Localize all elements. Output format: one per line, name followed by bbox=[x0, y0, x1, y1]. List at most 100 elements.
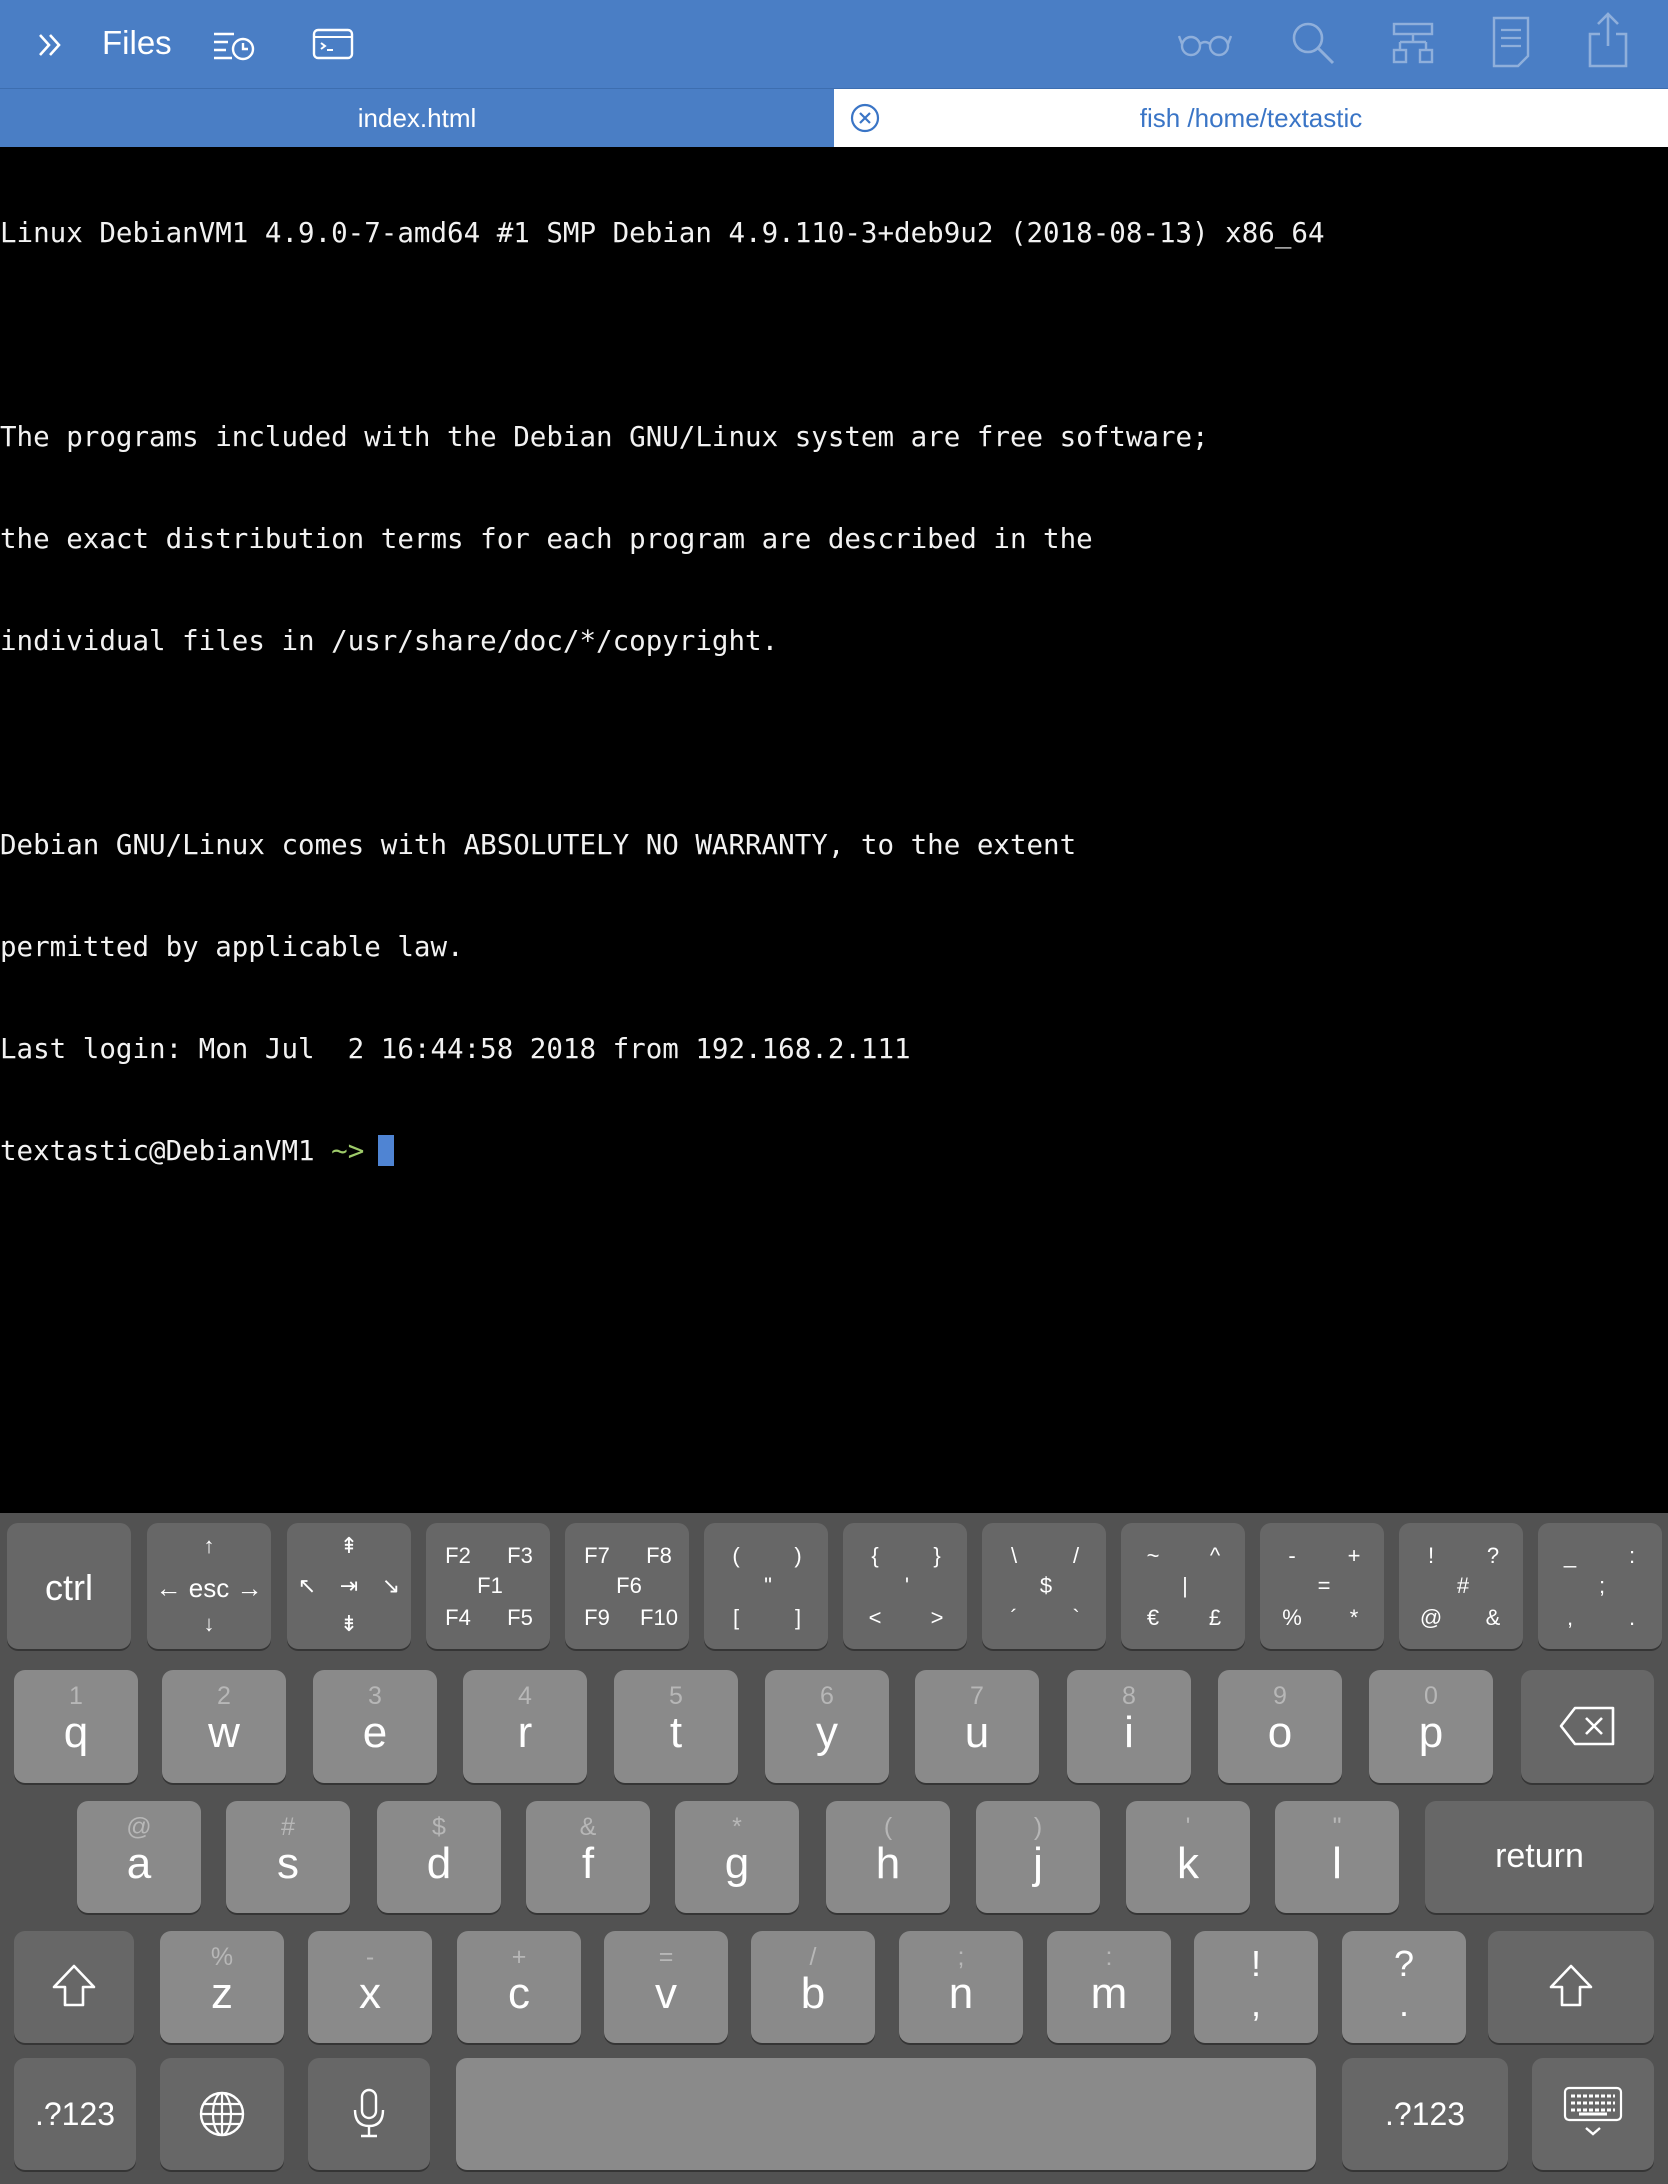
expand-sidebar-icon[interactable] bbox=[36, 30, 66, 60]
search-icon[interactable] bbox=[1290, 20, 1336, 66]
tab-index-html[interactable]: index.html bbox=[0, 89, 834, 147]
return-label: return bbox=[1495, 1837, 1584, 1875]
key-label: g bbox=[724, 1839, 750, 1888]
extra-key-punct[interactable]: !? # @ & bbox=[1399, 1523, 1523, 1649]
toolbar: Files bbox=[0, 0, 1668, 88]
hide-keyboard-key[interactable] bbox=[1532, 2058, 1654, 2170]
braces-symbol: { bbox=[871, 1543, 879, 1568]
extra-key-slashes[interactable]: \ / $ ´ ` bbox=[982, 1523, 1106, 1649]
extra-key-fkeys-2[interactable]: F7 F8 F6 F9 F10 bbox=[565, 1523, 689, 1649]
shift-right-key[interactable] bbox=[1488, 1931, 1654, 2043]
key-b[interactable]: / b bbox=[751, 1931, 875, 2043]
extra-key-esc[interactable]: ↑ ← esc → ↓ bbox=[147, 1523, 271, 1649]
key-z[interactable]: % z bbox=[160, 1931, 284, 2043]
key-c[interactable]: + c bbox=[457, 1931, 581, 2043]
key-t[interactable]: 5t bbox=[614, 1670, 738, 1783]
return-key[interactable]: return bbox=[1425, 1801, 1654, 1913]
extra-key-math[interactable]: - + =% * bbox=[1260, 1523, 1384, 1649]
key-w[interactable]: 2w bbox=[162, 1670, 286, 1783]
math-symbol: - bbox=[1288, 1543, 1296, 1568]
dictation-key[interactable] bbox=[308, 2058, 430, 2170]
tab-label: index.html bbox=[357, 102, 477, 133]
fkeys_1-symbol: F5 bbox=[507, 1605, 533, 1630]
extra-key-currency[interactable]: ~ ^ | € £ bbox=[1121, 1523, 1245, 1649]
files-button[interactable]: Files bbox=[102, 24, 172, 62]
key-x[interactable]: -x bbox=[308, 1931, 432, 2043]
key-r[interactable]: 4r bbox=[463, 1670, 587, 1783]
key-punct[interactable]: ?. bbox=[1342, 1931, 1466, 2043]
numbers-key-right[interactable]: .?123 bbox=[1342, 2058, 1508, 2170]
backspace-key[interactable] bbox=[1521, 1670, 1654, 1783]
extra-key-parens[interactable]: () " [] bbox=[704, 1523, 828, 1649]
tab-fish-terminal[interactable]: fish /home/textastic bbox=[834, 89, 1668, 147]
key-i[interactable]: 8i bbox=[1067, 1670, 1191, 1783]
key-j[interactable]: ) j bbox=[976, 1801, 1100, 1913]
preview-glasses-icon[interactable] bbox=[1178, 28, 1232, 60]
key-label: t bbox=[669, 1708, 683, 1757]
symbols-outline-icon[interactable] bbox=[1392, 22, 1434, 64]
terminal-output[interactable]: Linux DebianVM1 4.9.0-7-amd64 #1 SMP Deb… bbox=[0, 147, 1668, 1513]
key-label: c bbox=[508, 1969, 530, 2018]
key-o[interactable]: 9o bbox=[1218, 1670, 1342, 1783]
slashes-symbol: ` bbox=[1072, 1605, 1080, 1630]
share-icon[interactable] bbox=[1588, 12, 1628, 68]
extra-key-fkeys-1[interactable]: F2 F3 F1 F4 F5 bbox=[426, 1523, 550, 1649]
key-alt-label: ; bbox=[957, 1943, 965, 1971]
terminal-line: Last login: Mon Jul 2 16:44:58 2018 from… bbox=[0, 1033, 911, 1065]
key-v[interactable]: = v bbox=[604, 1931, 728, 2043]
key-s[interactable]: # s bbox=[226, 1801, 350, 1913]
extra-key-braces[interactable]: {} ' < > bbox=[843, 1523, 967, 1649]
misc-symbol: : bbox=[1628, 1543, 1636, 1568]
terminal-icon[interactable] bbox=[312, 28, 354, 60]
key-f[interactable]: & f bbox=[526, 1801, 650, 1913]
extra-key-misc[interactable]: _:;,. bbox=[1538, 1523, 1662, 1649]
math-symbol: = bbox=[1317, 1573, 1331, 1598]
braces-symbol: ' bbox=[904, 1573, 910, 1598]
document-icon[interactable] bbox=[1492, 16, 1530, 68]
extra-key-tab[interactable]: ⇞ ↖ ⇥ ↘ ⇟ bbox=[287, 1523, 411, 1649]
terminal-prompt: textastic@DebianVM1 ~> bbox=[0, 1134, 1668, 1168]
key-y[interactable]: 6y bbox=[765, 1670, 889, 1783]
punct-symbol: # bbox=[1456, 1573, 1470, 1598]
key-k[interactable]: ' k bbox=[1126, 1801, 1250, 1913]
key-a[interactable]: @ a bbox=[77, 1801, 201, 1913]
key-label: j bbox=[1033, 1839, 1043, 1888]
key-g[interactable]: * g bbox=[675, 1801, 799, 1913]
punct-symbol: ! bbox=[1427, 1543, 1435, 1568]
key-alt-label: 0 bbox=[1424, 1682, 1438, 1710]
shift-left-key[interactable] bbox=[14, 1931, 134, 2043]
key-alt-label: 1 bbox=[69, 1682, 83, 1710]
recent-files-icon[interactable] bbox=[212, 28, 256, 62]
key-q[interactable]: 1q bbox=[14, 1670, 138, 1783]
key-alt-label: * bbox=[732, 1813, 742, 1841]
key-n[interactable]: ; n bbox=[899, 1931, 1023, 2043]
key-d[interactable]: $ d bbox=[377, 1801, 501, 1913]
terminal-line: individual files in /usr/share/doc/*/cop… bbox=[0, 625, 779, 657]
key-m[interactable]: :m bbox=[1047, 1931, 1171, 2043]
key-u[interactable]: 7u bbox=[915, 1670, 1039, 1783]
space-bar[interactable] bbox=[456, 2058, 1316, 2170]
key-p[interactable]: 0p bbox=[1369, 1670, 1493, 1783]
key-alt-label: ) bbox=[1033, 1813, 1043, 1841]
braces-symbol: < bbox=[868, 1605, 882, 1630]
globe-key[interactable] bbox=[160, 2058, 284, 2170]
fkeys_2-symbol: F6 bbox=[616, 1573, 642, 1598]
home-label: ↖ bbox=[297, 1573, 317, 1598]
key-h[interactable]: (h bbox=[826, 1801, 950, 1913]
extra-key-ctrl[interactable]: ctrl bbox=[7, 1523, 131, 1649]
close-tab-icon[interactable] bbox=[850, 103, 880, 133]
shift-icon bbox=[1548, 1963, 1594, 2014]
slashes-symbol: $ bbox=[1039, 1573, 1053, 1598]
key-l[interactable]: " l bbox=[1275, 1801, 1399, 1913]
key-sub-label: , bbox=[1250, 1983, 1261, 2024]
page-up-label: ⇞ bbox=[339, 1533, 359, 1558]
terminal-line: permitted by applicable law. bbox=[0, 931, 464, 963]
numbers-label: .?123 bbox=[34, 2096, 116, 2132]
key-punct[interactable]: !, bbox=[1194, 1931, 1318, 2043]
fkeys_2-symbol: F7 bbox=[584, 1543, 610, 1568]
arrow-down-label: ↓ bbox=[203, 1611, 215, 1636]
key-e[interactable]: 3e bbox=[313, 1670, 437, 1783]
currency-symbol: £ bbox=[1208, 1605, 1222, 1630]
key-label: q bbox=[63, 1708, 89, 1757]
numbers-key-left[interactable]: .?123 bbox=[14, 2058, 136, 2170]
